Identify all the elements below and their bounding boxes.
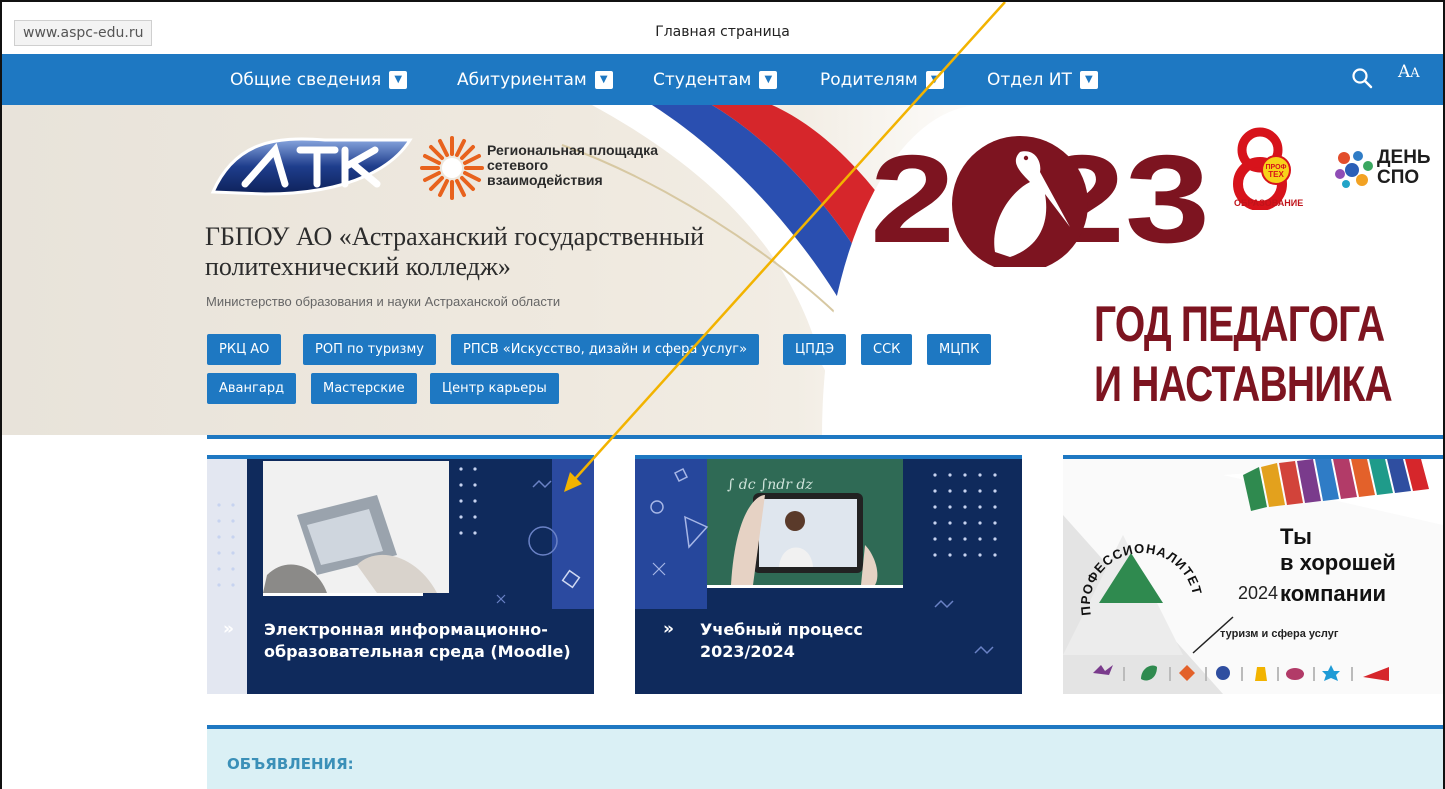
chip-rpsv[interactable]: РПСВ «Искусство, дизайн и сфера услуг» <box>451 334 760 365</box>
chevron-down-icon[interactable]: ▼ <box>759 71 778 89</box>
svg-text:∫ dc ∫ndr dz: ∫ dc ∫ndr dz <box>727 477 813 493</box>
chip-career-center[interactable]: Центр карьеры <box>430 373 559 404</box>
education-logo-label: ОБРАЗОВАНИЕ <box>1234 198 1304 208</box>
card-title: Электронная информационно- образовательн… <box>264 619 571 663</box>
nav-item-applicants[interactable]: Абитуриентам ▼ <box>457 67 613 93</box>
card-title-line: 2023/2024 <box>700 642 795 661</box>
chevron-down-icon[interactable]: ▼ <box>1079 71 1098 89</box>
slogan-line: И НАСТАВНИКА <box>1094 356 1393 412</box>
chip-workshops[interactable]: Мастерские <box>311 373 417 404</box>
nav-item-general-info[interactable]: Общие сведения ▼ <box>230 67 408 93</box>
chip-rop-tourism[interactable]: РОП по туризму <box>303 334 436 365</box>
spo-day-logo-icon <box>1335 151 1373 188</box>
nav-item-label: Отдел ИТ <box>987 70 1072 90</box>
college-logo-icon <box>210 137 413 196</box>
chevron-down-icon[interactable]: ▼ <box>925 71 944 89</box>
professionalitet-slogan: Ты в хорошей <box>1280 524 1396 576</box>
spo-day-line: СПО <box>1377 167 1420 188</box>
section-divider <box>207 435 1443 439</box>
font-size-toggle[interactable]: AA <box>1398 62 1420 82</box>
card-title: Учебный процесс 2023/2024 <box>700 619 863 663</box>
org-title: ГБПОУ АО «Астраханский государственный п… <box>205 222 845 282</box>
svg-text:ТЕХ: ТЕХ <box>1268 170 1284 179</box>
card-title-line: Учебный процесс <box>700 620 863 639</box>
spo-day-line: ДЕНЬ <box>1377 147 1431 168</box>
year-emblem: 2023 <box>870 132 1210 267</box>
nav-item-label: Абитуриентам <box>457 70 587 90</box>
chip-ssk[interactable]: ССК <box>861 334 913 365</box>
slogan-line: Ты <box>1280 524 1312 549</box>
slogan-line: ГОД ПЕДАГОГА <box>1094 296 1385 352</box>
chip-cpde[interactable]: ЦПДЭ <box>783 334 847 365</box>
chevron-double-right-icon: » <box>223 619 234 639</box>
main-nav: Общие сведения ▼ Абитуриентам ▼ Студента… <box>2 54 1443 105</box>
chevron-double-right-icon: » <box>663 619 674 639</box>
card-title-line: образовательная среда (Moodle) <box>264 642 571 661</box>
nav-item-it-department[interactable]: Отдел ИТ ▼ <box>987 67 1098 93</box>
chip-rkc-ao[interactable]: РКЦ АО <box>207 334 282 365</box>
ministry-text: Министерство образования и науки Астраха… <box>206 294 561 309</box>
search-icon[interactable] <box>1350 66 1374 90</box>
nav-item-label: Родителям <box>820 70 918 90</box>
card-title-line: Электронная информационно- <box>264 620 548 639</box>
slogan: ГОД ПЕДАГОГА И НАСТАВНИКА <box>1094 294 1393 414</box>
professionalitet-subtitle: туризм и сфера услуг <box>1220 628 1339 640</box>
nav-item-label: Общие сведения <box>230 70 382 90</box>
browser-window: www.aspc-edu.ru Главная страница Общие с… <box>0 0 1445 789</box>
nav-item-students[interactable]: Студентам ▼ <box>653 67 778 93</box>
spo-day-text: ДЕНЬ СПО <box>1377 148 1431 188</box>
slogan-line: в хорошей <box>1280 550 1396 575</box>
regional-platform-text: Региональная площадка сетевого взаимодей… <box>487 142 658 188</box>
announcements-title: ОБЪЯВЛЕНИЯ: <box>227 755 354 773</box>
chip-mcpk[interactable]: МЦПК <box>927 334 992 365</box>
title-bar: www.aspc-edu.ru Главная страница <box>2 2 1443 52</box>
announcements-panel: ОБЪЯВЛЕНИЯ: <box>207 725 1443 789</box>
card-study-process[interactable]: ∫ dc ∫ndr dz » Учебный процесс 2023/2024 <box>635 455 1022 694</box>
page-title: Главная страница <box>655 24 790 40</box>
chevron-down-icon[interactable]: ▼ <box>389 71 408 89</box>
org-title-line: ГБПОУ АО «Астраханский государственный <box>205 222 704 251</box>
nav-item-label: Студентам <box>653 70 752 90</box>
chevron-down-icon[interactable]: ▼ <box>594 71 613 89</box>
professionalitet-year: 2024 <box>1238 583 1279 603</box>
org-title-line: политехнический колледж» <box>205 252 511 281</box>
regional-platform-icon <box>420 136 484 200</box>
professionalitet-slogan-company: компании <box>1280 581 1387 606</box>
nav-item-parents[interactable]: Родителям ▼ <box>820 67 944 93</box>
chip-avangard[interactable]: Авангард <box>207 373 297 404</box>
card-professionalitet[interactable]: ПРОФЕССИОНАЛИТЕТ Ты в хорошей 2024 компа… <box>1063 455 1443 694</box>
card-moodle[interactable]: » Электронная информационно- образовател… <box>207 455 594 694</box>
